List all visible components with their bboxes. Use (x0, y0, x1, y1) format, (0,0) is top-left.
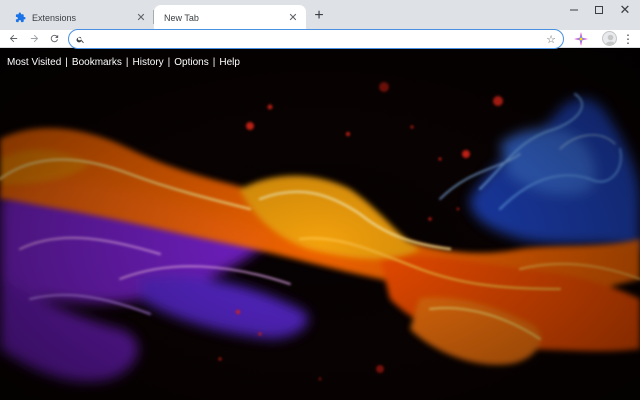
new-tab-page: Most Visited | Bookmarks | History | Options | H… (0, 49, 640, 400)
back-arrow-icon[interactable] (5, 30, 21, 47)
window-close-icon[interactable]: ✕ (614, 2, 636, 18)
link-options[interactable]: Options (174, 57, 208, 68)
maximize-icon[interactable] (588, 2, 610, 18)
tab-extensions[interactable]: Extensions ✕ (4, 5, 154, 30)
flame-background-image (0, 49, 640, 400)
link-most-visited[interactable]: Most Visited (7, 57, 61, 68)
link-history[interactable]: History (133, 57, 164, 68)
tab-title: New Tab (164, 12, 199, 23)
puzzle-icon (14, 12, 26, 24)
link-separator: | (125, 57, 129, 68)
forward-arrow-icon[interactable] (26, 30, 42, 47)
link-help[interactable]: Help (219, 57, 240, 68)
search-icon (76, 36, 84, 43)
omnibox-input[interactable] (91, 33, 544, 45)
minimize-icon[interactable] (563, 2, 585, 18)
tab-strip: Extensions ✕ New Tab ✕ + ✕ (0, 0, 640, 30)
close-icon[interactable]: ✕ (134, 11, 148, 25)
profile-avatar-icon[interactable] (602, 31, 617, 46)
tab-new-tab[interactable]: New Tab ✕ (154, 5, 306, 30)
top-links-bar: Most Visited | Bookmarks | History | Options | H… (7, 57, 240, 68)
new-tab-plus-icon[interactable]: + (310, 7, 328, 25)
link-separator: | (65, 57, 68, 68)
tab-title: Extensions (32, 12, 77, 23)
more-menu-icon[interactable]: ⋮ (622, 31, 634, 46)
reload-icon[interactable] (46, 30, 62, 47)
extension-sparkle-icon[interactable] (574, 32, 588, 46)
bookmark-star-icon[interactable]: ☆ (544, 32, 558, 46)
link-separator: | (167, 57, 171, 68)
address-bar[interactable]: ☆ (68, 29, 564, 49)
link-separator: | (212, 57, 216, 68)
link-bookmarks[interactable]: Bookmarks (72, 57, 122, 68)
close-icon[interactable]: ✕ (286, 11, 300, 25)
